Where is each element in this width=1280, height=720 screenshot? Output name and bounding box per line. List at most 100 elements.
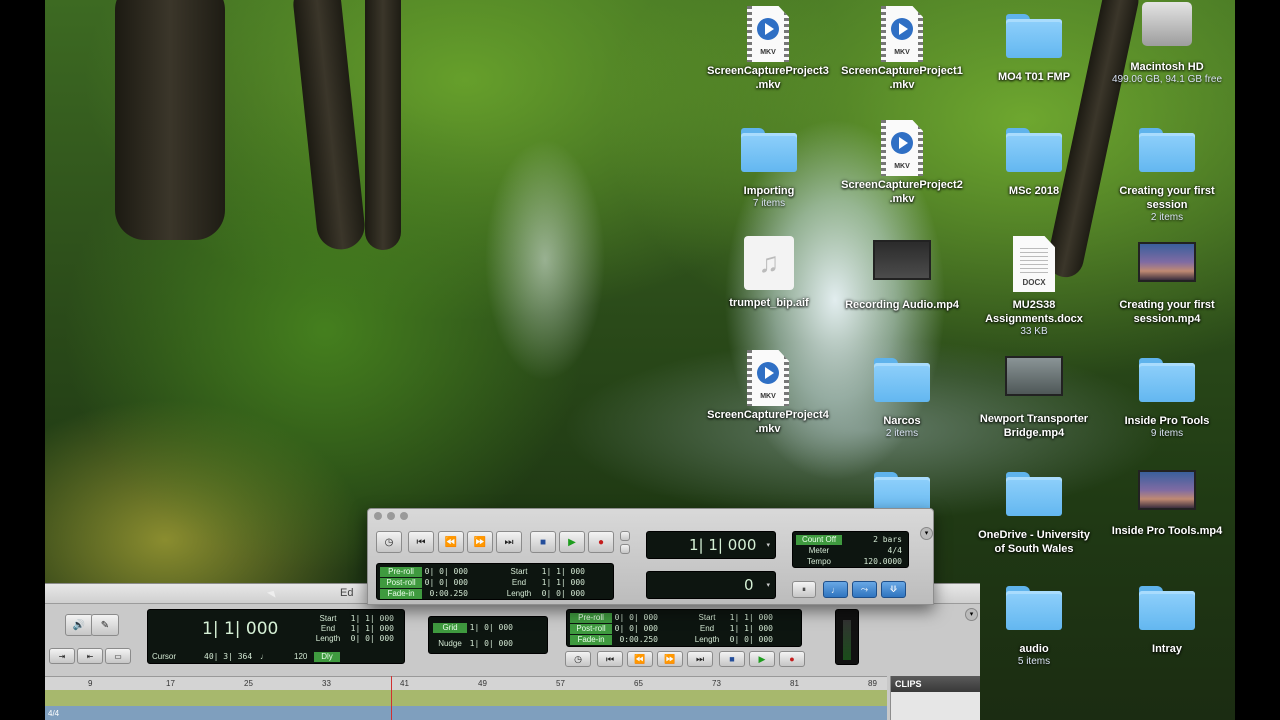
desktop-icon-label: ScreenCaptureProject1 .mkv	[841, 65, 963, 91]
preroll-value[interactable]: 0| 0| 000	[422, 567, 468, 577]
desktop-folder-creating-first-session[interactable]: Creating your first session 2 items	[1101, 128, 1233, 224]
transport-menu-icon[interactable]: ▾	[920, 527, 933, 540]
start-value[interactable]: 1| 1| 000	[348, 614, 394, 624]
online-button[interactable]: ◷	[565, 651, 591, 667]
desktop-file-newport-bridge[interactable]: Newport Transporter Bridge.mp4	[968, 356, 1100, 440]
edit-window-menu-icon[interactable]: ▾	[965, 608, 978, 621]
postroll-label[interactable]: Post-roll	[380, 578, 422, 588]
meter-value[interactable]: 4/4	[842, 546, 902, 556]
tempo-ruler-button[interactable]: ⟱	[881, 581, 906, 598]
markers-ruler[interactable]	[45, 690, 887, 706]
zoom-toggle-button[interactable]: ⇥	[49, 648, 75, 664]
grid-value[interactable]: 1| 0| 000	[467, 623, 513, 633]
speaker-tool-icon[interactable]: 🔊	[65, 614, 93, 636]
end-value[interactable]: 1| 1| 000	[727, 624, 773, 634]
nudge-label: Nudge	[438, 639, 462, 648]
edit-preroll-display: Pre-roll 0| 0| 000 Post-roll 0| 0| 000 Fad…	[566, 609, 802, 647]
midi-merge-button[interactable]: ⤳	[852, 581, 877, 598]
postroll-value[interactable]: 0| 0| 000	[612, 624, 658, 634]
end-value[interactable]: 1| 1| 000	[348, 624, 394, 634]
play-button[interactable]: ▶	[559, 531, 585, 553]
fast-forward-button[interactable]: ⏩	[657, 651, 683, 667]
tree-trunk	[115, 0, 225, 240]
loop-toggle-button[interactable]	[620, 531, 630, 541]
length-value[interactable]: 0| 0| 000	[727, 635, 773, 645]
desktop-file-scp2[interactable]: MKV ScreenCaptureProject2 .mkv	[836, 120, 968, 206]
desktop-icon-sublabel: 2 items	[1150, 212, 1184, 223]
tempo-label: Tempo	[806, 557, 831, 566]
video-file-icon: MKV	[747, 350, 789, 406]
return-to-zero-button[interactable]: ⏮	[408, 531, 434, 553]
desktop-folder-onedrive[interactable]: OneDrive - University of South Wales	[968, 472, 1100, 556]
dly-label[interactable]: Dly	[314, 652, 340, 662]
fast-forward-button[interactable]: ⏩	[467, 531, 493, 553]
transport-main-counter-display[interactable]: 1| 1| 000 ▾	[646, 531, 776, 559]
video-thumbnail-icon	[1138, 242, 1196, 282]
clips-header[interactable]: CLIPS	[891, 676, 980, 692]
go-to-end-button[interactable]: ⏭	[496, 531, 522, 553]
desktop-folder-importing[interactable]: Importing 7 items	[703, 128, 835, 210]
desktop-drive-macintosh-hd[interactable]: Macintosh HD 499.06 GB, 94.1 GB free	[1101, 2, 1233, 86]
tempo-value[interactable]: 120.0000	[842, 557, 902, 567]
fadein-value[interactable]: 0:00.250	[612, 635, 658, 645]
stop-button[interactable]: ■	[530, 531, 556, 553]
desktop-file-scp1[interactable]: MKV ScreenCaptureProject1 .mkv	[836, 6, 968, 92]
length-value[interactable]: 0| 0| 000	[539, 589, 585, 599]
desktop-file-inside-pro-tools-mp4[interactable]: Inside Pro Tools.mp4	[1101, 470, 1233, 538]
desktop-file-mu2s38[interactable]: DOCX MU2S38 Assignments.docx 33 KB	[968, 236, 1100, 338]
zoom-window-button[interactable]	[400, 512, 408, 520]
desktop-folder-mo4[interactable]: MO4 T01 FMP	[968, 14, 1100, 84]
postroll-label[interactable]: Post-roll	[570, 624, 612, 634]
record-button[interactable]: ●	[588, 531, 614, 553]
punch-toggle-button[interactable]	[620, 544, 630, 554]
end-value[interactable]: 1| 1| 000	[539, 578, 585, 588]
go-to-end-button[interactable]: ⏭	[687, 651, 713, 667]
pencil-tool-icon[interactable]: ✎	[91, 614, 119, 636]
meter-ruler[interactable]: 4/4	[45, 706, 887, 720]
desktop-folder-audio[interactable]: audio 5 items	[968, 586, 1100, 668]
edit-main-counter[interactable]: 1| 1| 000	[202, 619, 278, 639]
postroll-value[interactable]: 0| 0| 000	[422, 578, 468, 588]
desktop-folder-narcos[interactable]: Narcos 2 items	[836, 358, 968, 440]
desktop-file-recording-audio[interactable]: Recording Audio.mp4	[836, 240, 968, 312]
folder-icon	[874, 358, 930, 402]
return-to-zero-button[interactable]: ⏮	[597, 651, 623, 667]
stop-button[interactable]: ■	[719, 651, 745, 667]
metronome-button[interactable]: ♩	[823, 581, 848, 598]
start-value[interactable]: 1| 1| 000	[727, 613, 773, 623]
preroll-value[interactable]: 0| 0| 000	[612, 613, 658, 623]
tab-to-transient-button[interactable]: ⇤	[77, 648, 103, 664]
fadein-value[interactable]: 0:00.250	[422, 589, 468, 599]
rewind-button[interactable]: ⏪	[627, 651, 653, 667]
grid-label[interactable]: Grid	[433, 623, 467, 633]
desktop-file-trumpet[interactable]: ♫ trumpet_bip.aif	[703, 236, 835, 310]
length-value[interactable]: 0| 0| 000	[348, 634, 394, 644]
play-button[interactable]: ▶	[749, 651, 775, 667]
close-window-button[interactable]	[374, 512, 382, 520]
desktop-folder-msc[interactable]: MSc 2018	[968, 128, 1100, 198]
desktop-file-scp4[interactable]: MKV ScreenCaptureProject4 .mkv	[702, 350, 834, 436]
wait-for-note-button[interactable]: ⏸	[792, 581, 816, 598]
preroll-label[interactable]: Pre-roll	[380, 567, 422, 577]
preroll-label[interactable]: Pre-roll	[570, 613, 612, 623]
midi-controls-display: Count Off 2 bars Meter 4/4 Tempo 120.0000	[792, 531, 909, 568]
countoff-label[interactable]: Count Off	[796, 535, 842, 545]
countoff-value[interactable]: 2 bars	[842, 535, 902, 545]
link-button[interactable]: ▭	[105, 648, 131, 664]
nudge-value[interactable]: 1| 0| 000	[467, 639, 513, 649]
online-button[interactable]: ◷	[376, 531, 402, 553]
desktop-file-creating-first-session-mp4[interactable]: Creating your first session.mp4	[1101, 242, 1233, 326]
fadein-label[interactable]: Fade-in	[380, 589, 422, 599]
folder-icon	[1006, 14, 1062, 58]
transport-sub-counter-display[interactable]: 0 ▾	[646, 571, 776, 599]
desktop-file-scp3[interactable]: MKV ScreenCaptureProject3 .mkv	[702, 6, 834, 92]
desktop-icon-sublabel: 33 KB	[1020, 326, 1048, 337]
minimize-window-button[interactable]	[387, 512, 395, 520]
desktop-folder-intray[interactable]: Intray	[1101, 586, 1233, 656]
rewind-button[interactable]: ⏪	[438, 531, 464, 553]
start-value[interactable]: 1| 1| 000	[539, 567, 585, 577]
fadein-label[interactable]: Fade-in	[570, 635, 612, 645]
desktop-folder-inside-pro-tools[interactable]: Inside Pro Tools 9 items	[1101, 358, 1233, 440]
bars-beats-ruler[interactable]: 9 17 25 33 41 49 57 65 73 81 89	[45, 676, 887, 690]
record-button[interactable]: ●	[779, 651, 805, 667]
